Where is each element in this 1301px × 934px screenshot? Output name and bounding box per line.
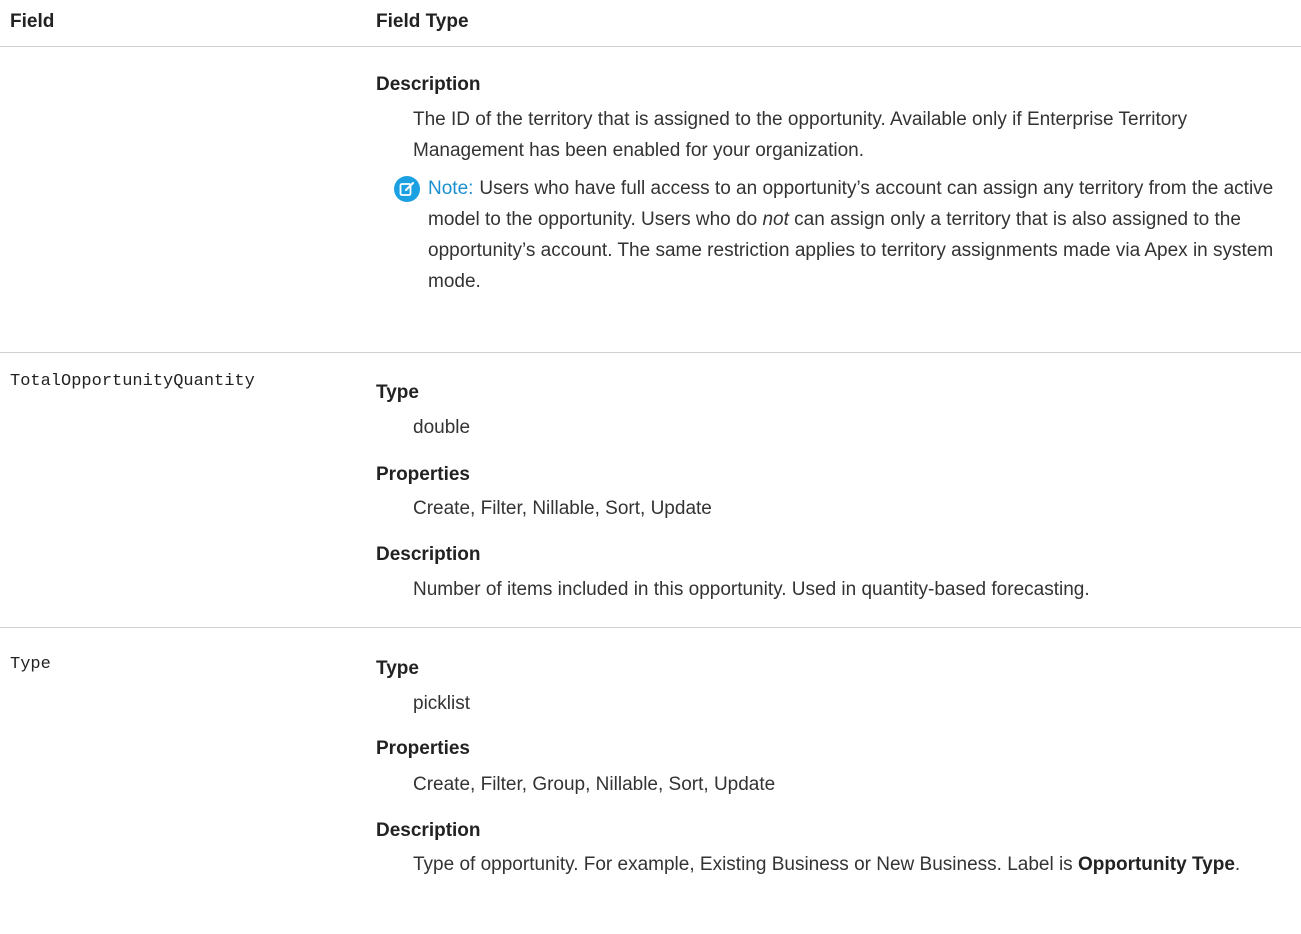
type-label: Type: [376, 382, 419, 403]
description-label: Description: [376, 544, 481, 565]
type-value: picklist: [413, 693, 471, 714]
properties-value: Create, Filter, Group, Nillable, Sort, U…: [413, 774, 776, 795]
description-text-bold: Opportunity Type: [1077, 854, 1235, 875]
column-header-field: Field: [10, 11, 55, 32]
table-row-type: Type Type picklist Properties Create, Fi…: [0, 628, 1301, 934]
description-text: Type of opportunity. For example, Existi…: [413, 849, 1293, 880]
table-header: Field Field Type: [0, 0, 1301, 47]
field-name: TotalOpportunityQuantity: [10, 372, 255, 391]
properties-label: Properties: [376, 464, 470, 485]
table-row-total-opportunity-quantity: TotalOpportunityQuantity Type double Pro…: [0, 353, 1301, 628]
column-header-field-type: Field Type: [376, 11, 469, 32]
note-label: Note:: [428, 178, 474, 199]
note-text-italic: not: [762, 209, 789, 230]
field-name: Type: [10, 655, 51, 674]
table-row-territory: Description The ID of the territory that…: [0, 47, 1301, 353]
type-label: Type: [376, 658, 419, 679]
note-text: Note: Users who have full access to an op…: [428, 173, 1294, 297]
description-label: Description: [376, 74, 481, 95]
description-text-part: Type of opportunity. For example, Existi…: [413, 854, 1078, 875]
note-edit-icon: [394, 176, 420, 202]
description-text: Number of items included in this opportu…: [413, 579, 1090, 600]
description-label: Description: [376, 820, 481, 841]
type-value: double: [413, 417, 471, 438]
description-text: The ID of the territory that is assigned…: [413, 109, 1188, 161]
note-callout: Note: Users who have full access to an op…: [394, 173, 1294, 333]
properties-label: Properties: [376, 738, 470, 759]
field-reference-table: Field Field Type Description The ID of t…: [0, 0, 1301, 934]
description-text-part: .: [1234, 854, 1241, 875]
properties-value: Create, Filter, Nillable, Sort, Update: [413, 498, 712, 519]
